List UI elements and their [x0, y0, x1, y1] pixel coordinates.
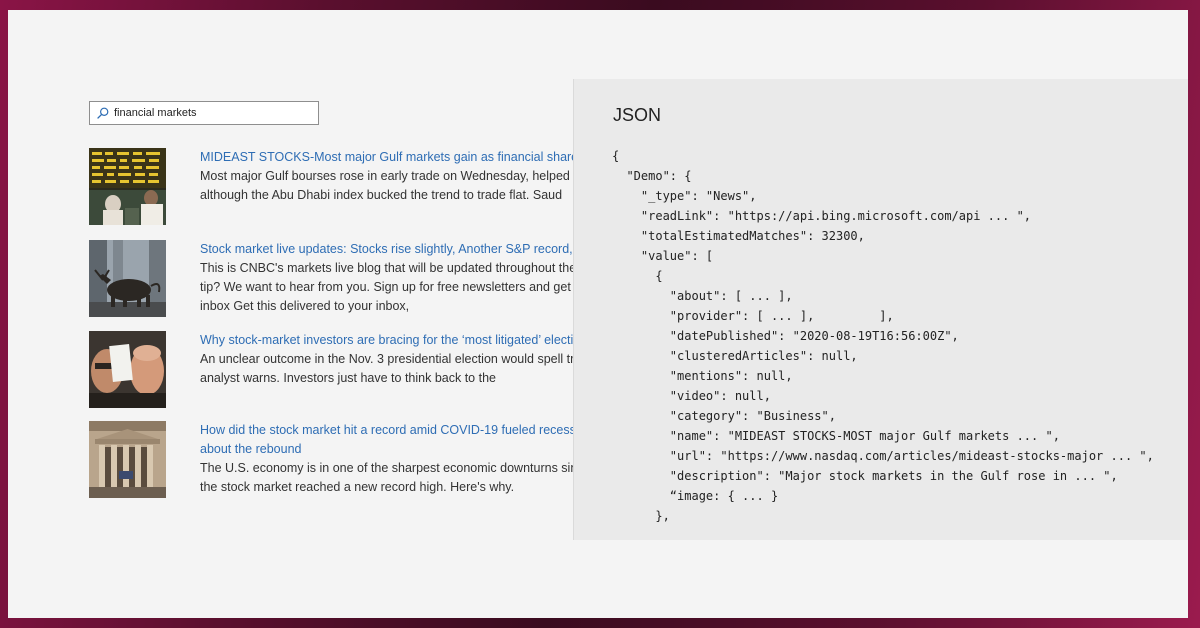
- news-result-title[interactable]: MIDEAST STOCKS-Most major Gulf markets g…: [200, 148, 580, 167]
- news-result-description: This is CNBC's markets live blog that wi…: [200, 259, 580, 316]
- title-line: about the rebound: [200, 442, 302, 456]
- search-input[interactable]: [114, 107, 294, 119]
- description-line: Most major Gulf bourses rose in early tr…: [200, 169, 580, 183]
- json-code-line: "clusteredArticles": null,: [612, 349, 858, 363]
- json-code-line: "mentions": null,: [612, 369, 793, 383]
- news-thumbnail-bull-statue[interactable]: [89, 240, 166, 317]
- json-code-line: "description": "Major stock markets in t…: [612, 469, 1118, 483]
- news-thumbnail-trading-floor[interactable]: [89, 148, 166, 225]
- description-line: although the Abu Dhabi index bucked the …: [200, 188, 563, 202]
- json-code-line: {: [612, 149, 620, 163]
- json-code-block: { "Demo": { "_type": "News", "readLink":…: [612, 146, 1154, 526]
- title-line: How did the stock market hit a record am…: [200, 423, 580, 437]
- json-code-line: "url": "https://www.nasdaq.com/articles/…: [612, 449, 1154, 463]
- json-code-line: “image: { ... }: [612, 489, 779, 503]
- news-thumbnail-traders[interactable]: [89, 331, 166, 408]
- news-result: Why stock-market investors are bracing f…: [89, 331, 579, 411]
- description-line: analyst warns. Investors just have to th…: [200, 371, 496, 385]
- json-code-line: "datePublished": "2020-08-19T16:56:00Z",: [612, 329, 959, 343]
- json-code-line: "value": [: [612, 249, 714, 263]
- search-icon: [97, 107, 109, 119]
- description-line: tip? We want to hear from you. Sign up f…: [200, 280, 579, 294]
- json-code-line: },: [612, 509, 670, 523]
- json-code-line: "Demo": {: [612, 169, 692, 183]
- news-result: MIDEAST STOCKS-Most major Gulf markets g…: [89, 148, 580, 228]
- news-result-title[interactable]: Why stock-market investors are bracing f…: [200, 331, 580, 350]
- news-thumbnail-stock-exchange-building[interactable]: [89, 421, 166, 498]
- news-result-description: An unclear outcome in the Nov. 3 preside…: [200, 350, 580, 388]
- description-line: inbox Get this delivered to your inbox,: [200, 299, 410, 313]
- description-line: An unclear outcome in the Nov. 3 preside…: [200, 352, 575, 366]
- json-code-line: "about": [ ... ],: [612, 289, 793, 303]
- json-code-line: "readLink": "https://api.bing.microsoft.…: [612, 209, 1032, 223]
- demo-page: MIDEAST STOCKS-Most major Gulf markets g…: [8, 10, 1188, 618]
- json-code-line: "video": null,: [612, 389, 771, 403]
- json-code-line: "totalEstimatedMatches": 32300,: [612, 229, 865, 243]
- description-line: The U.S. economy is in one of the sharpe…: [200, 461, 580, 475]
- description-line: This is CNBC's markets live blog that wi…: [200, 261, 577, 275]
- json-code-line: "name": "MIDEAST STOCKS-MOST major Gulf …: [612, 429, 1060, 443]
- news-result-title[interactable]: Stock market live updates: Stocks rise s…: [200, 240, 580, 259]
- news-result-title[interactable]: How did the stock market hit a record am…: [200, 421, 580, 459]
- news-result-description: The U.S. economy is in one of the sharpe…: [200, 459, 580, 497]
- json-code-line: "provider": [ ... ], ],: [612, 309, 894, 323]
- json-code-line: "category": "Business",: [612, 409, 836, 423]
- json-response-panel: JSON { "Demo": { "_type": "News", "readL…: [573, 79, 1188, 540]
- news-result-description: Most major Gulf bourses rose in early tr…: [200, 167, 580, 205]
- news-result: Stock market live updates: Stocks rise s…: [89, 240, 580, 320]
- json-code-line: "_type": "News",: [612, 189, 757, 203]
- description-line: the stock market reached a new record hi…: [200, 480, 515, 494]
- json-code-line: {: [612, 269, 663, 283]
- json-panel-title: JSON: [613, 105, 662, 125]
- news-result: How did the stock market hit a record am…: [89, 421, 580, 501]
- search-box[interactable]: [89, 101, 319, 125]
